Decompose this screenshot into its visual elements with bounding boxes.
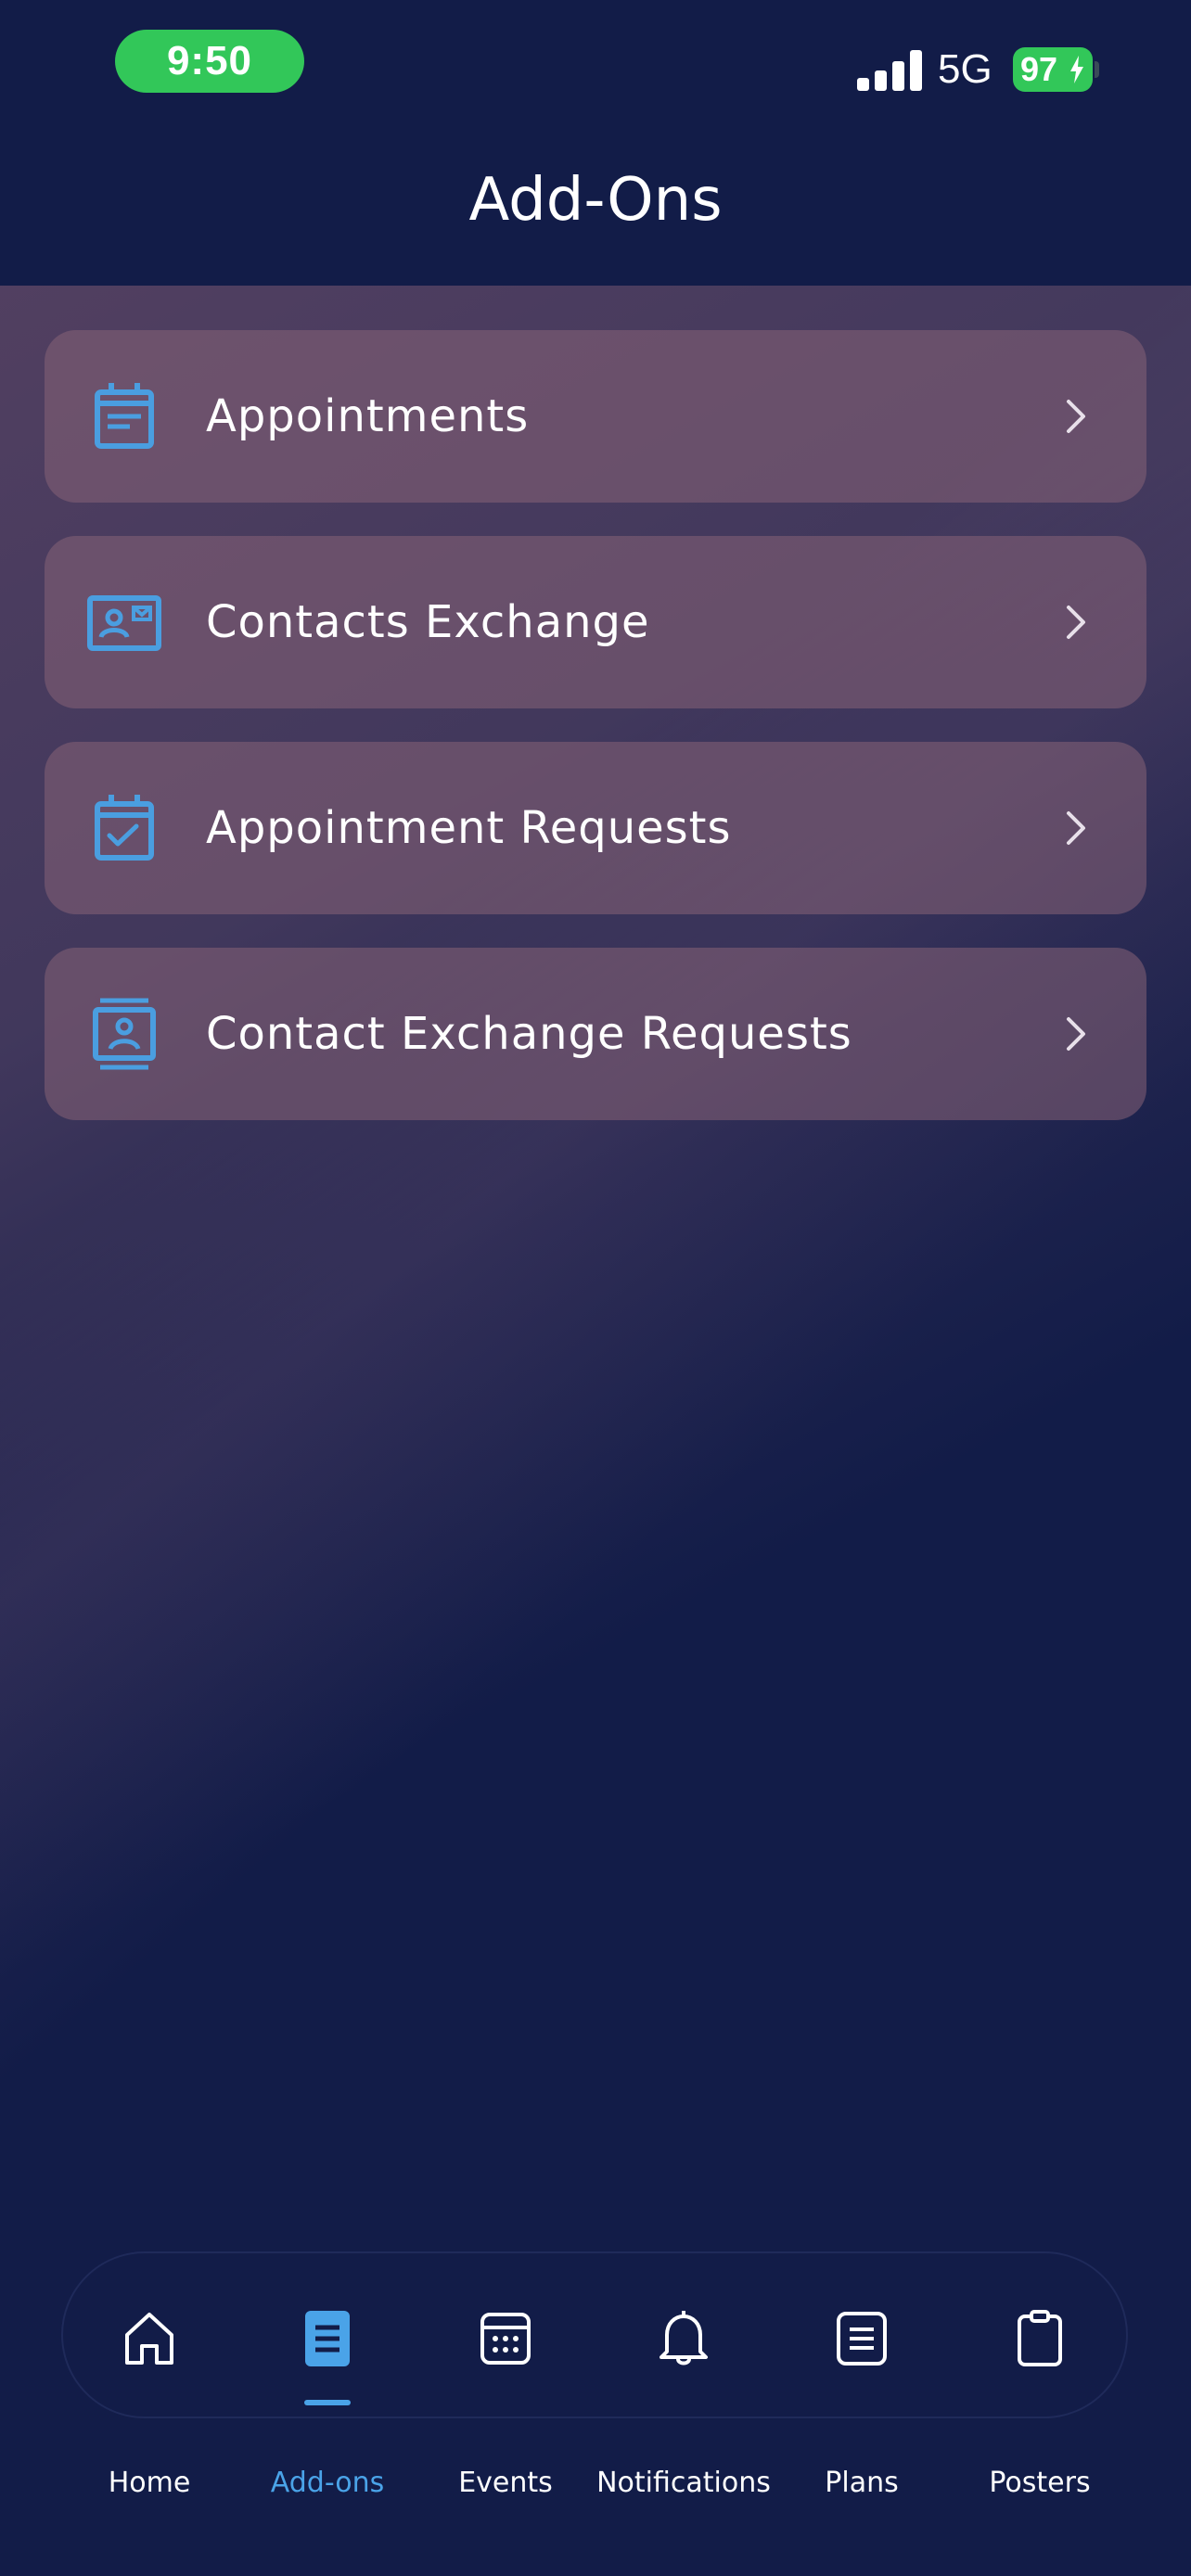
menu-item-label: Appointment Requests	[206, 802, 732, 854]
chevron-right-icon	[1067, 811, 1085, 845]
tab-home[interactable]: Home	[60, 2463, 238, 2504]
header: Add-Ons	[0, 130, 1191, 286]
menu-item-contacts-exchange[interactable]: Contacts Exchange	[45, 536, 1146, 708]
network-type: 5G	[938, 46, 992, 92]
tab-notifications[interactable]: Notifications	[595, 2463, 773, 2504]
tab-posters[interactable]: Posters	[951, 2463, 1129, 2504]
calendar-check-icon	[95, 795, 154, 861]
menu-item-appointment-requests[interactable]: Appointment Requests	[45, 742, 1146, 914]
battery-indicator: 97	[1013, 47, 1093, 92]
bell-icon[interactable]	[656, 2309, 711, 2368]
calendar-note-icon	[95, 383, 154, 449]
tab-events[interactable]: Events	[416, 2463, 595, 2504]
document-icon[interactable]	[300, 2309, 355, 2368]
contact-book-icon	[93, 998, 156, 1070]
cellular-signal-icon	[857, 48, 922, 91]
status-bar: 9:50 5G 97	[0, 0, 1191, 130]
page-title: Add-Ons	[468, 166, 723, 235]
chevron-right-icon	[1067, 1017, 1085, 1051]
charging-bolt-icon	[1070, 56, 1083, 83]
calendar-grid-icon[interactable]	[478, 2309, 533, 2368]
tab-add-ons[interactable]: Add-ons	[238, 2463, 416, 2504]
tab-plans[interactable]: Plans	[773, 2463, 951, 2504]
add-ons-list: Appointments Contacts Exchange Appointme…	[0, 286, 1191, 2576]
battery-level: 97	[1020, 50, 1058, 88]
menu-item-label: Contacts Exchange	[206, 596, 650, 648]
contact-card-icon	[87, 595, 161, 651]
active-tab-indicator	[304, 2400, 351, 2405]
battery-tip	[1095, 61, 1099, 78]
chevron-right-icon	[1067, 400, 1085, 433]
tab-bar	[61, 2251, 1128, 2418]
menu-item-label: Contact Exchange Requests	[206, 1008, 852, 1060]
status-time: 9:50	[115, 30, 304, 93]
list-icon[interactable]	[834, 2309, 890, 2368]
home-icon[interactable]	[122, 2309, 177, 2368]
menu-item-label: Appointments	[206, 390, 530, 442]
clipboard-icon[interactable]	[1012, 2309, 1068, 2368]
chevron-right-icon	[1067, 606, 1085, 639]
menu-item-contact-exchange-requests[interactable]: Contact Exchange Requests	[45, 948, 1146, 1120]
menu-item-appointments[interactable]: Appointments	[45, 330, 1146, 503]
